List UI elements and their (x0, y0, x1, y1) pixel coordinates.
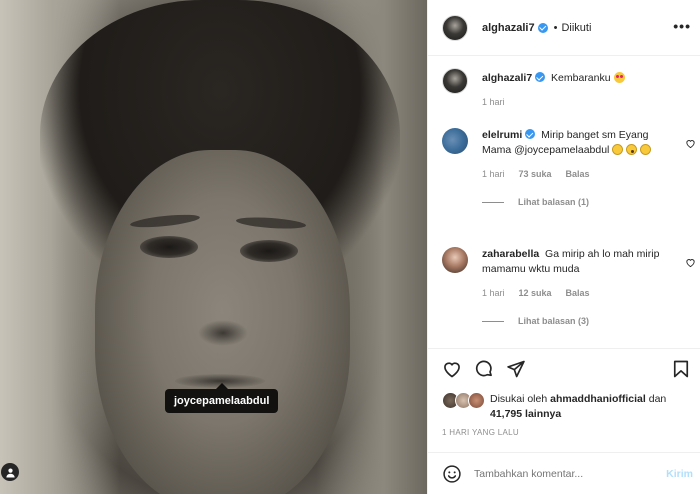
grin-sweat-emoji-icon (640, 144, 652, 155)
heart-eyes-emoji-icon (613, 72, 625, 83)
comment-item: elelrumi Mirip banget sm Eyang Mama @joy… (442, 128, 696, 207)
photo-nose (198, 320, 248, 346)
likes-text: Disukai oleh ahmaddhaniofficial dan 41,7… (490, 392, 692, 422)
liker-username[interactable]: ahmaddhaniofficial (550, 393, 646, 405)
likes-summary: Disukai oleh ahmaddhaniofficial dan 41,7… (442, 392, 692, 422)
comment-bubble-icon[interactable] (474, 359, 494, 379)
comment-avatar[interactable] (442, 128, 468, 154)
comment-username[interactable]: elelrumi (482, 129, 522, 141)
likes-prefix: Disukai oleh (490, 393, 548, 405)
photo-right-eye (240, 240, 298, 262)
comment-body: zaharabella Ga mirip ah lo mah mirip mam… (482, 247, 680, 277)
caption-time[interactable]: 1 hari (482, 97, 505, 107)
astonished-emoji-icon (626, 144, 638, 155)
comment-body: elelrumi Mirip banget sm Eyang Mama @joy… (482, 128, 680, 158)
grin-sweat-emoji-icon (612, 144, 624, 155)
verified-badge-icon (535, 72, 546, 82)
caption-username[interactable]: alghazali7 (482, 72, 532, 84)
share-send-icon[interactable] (506, 359, 526, 379)
more-options-icon[interactable]: ••• (673, 18, 691, 34)
caption-meta: 1 hari (482, 97, 694, 107)
comment-time[interactable]: 1 hari (482, 169, 505, 179)
comment-meta: 1 hari 73 suka Balas (482, 169, 694, 179)
like-comment-heart-icon[interactable] (685, 257, 696, 268)
replies-divider (482, 201, 504, 203)
comment-avatar[interactable] (442, 247, 468, 273)
view-replies-label: Lihat balasan (3) (518, 316, 590, 326)
post-comment-button[interactable]: Kirim (666, 468, 693, 480)
like-comment-heart-icon[interactable] (685, 138, 696, 149)
replies-divider (482, 320, 504, 322)
reply-button[interactable]: Balas (566, 169, 590, 179)
post-sidebar: alghazali7 • Diikuti ••• alghazali7 Kemb… (427, 0, 700, 494)
user-tags-button[interactable] (1, 463, 19, 481)
liker-avatars (442, 392, 486, 410)
author-username[interactable]: alghazali7 (482, 22, 535, 34)
header-separator: • (553, 21, 558, 34)
liker-avatar[interactable] (468, 392, 485, 409)
caption: alghazali7 Kembaranku 1 hari (442, 68, 694, 107)
view-replies-label: Lihat balasan (1) (518, 197, 590, 207)
likes-conj: dan (648, 393, 667, 405)
comment-likes[interactable]: 73 suka (519, 169, 552, 179)
post-header: alghazali7 • Diikuti ••• (428, 0, 700, 56)
view-replies-button[interactable]: Lihat balasan (3) (482, 316, 694, 326)
add-comment-bar: Kirim (428, 452, 700, 494)
comment-meta: 1 hari 12 suka Balas (482, 288, 694, 298)
verified-badge-icon (525, 129, 536, 139)
author-avatar[interactable] (442, 14, 468, 41)
view-replies-button[interactable]: Lihat balasan (1) (482, 197, 694, 207)
caption-body: alghazali7 Kembaranku (482, 68, 680, 86)
caption-text: Kembaranku (551, 72, 611, 84)
comment-likes[interactable]: 12 suka (519, 288, 552, 298)
follow-status-button[interactable]: Diikuti (561, 22, 591, 34)
post-photo[interactable]: joycepamelaabdul (0, 0, 427, 494)
save-bookmark-icon[interactable] (671, 359, 691, 379)
instagram-post-modal: joycepamelaabdul alghazali7 • Diikuti ••… (0, 0, 700, 494)
photo-user-tag[interactable]: joycepamelaabdul (165, 383, 279, 413)
action-bar (428, 348, 700, 384)
comment-input[interactable] (474, 467, 652, 480)
emoji-smile-icon[interactable] (442, 464, 462, 484)
likes-count[interactable]: 41,795 lainnya (490, 408, 561, 420)
comment-item: zaharabella Ga mirip ah lo mah mirip mam… (442, 247, 696, 326)
post-date[interactable]: 1 HARI YANG LALU (442, 428, 519, 437)
photo-left-eye (140, 236, 198, 258)
comment-username[interactable]: zaharabella (482, 248, 539, 260)
reply-button[interactable]: Balas (566, 288, 590, 298)
verified-badge-icon (537, 22, 548, 33)
person-icon (5, 468, 15, 478)
comment-time[interactable]: 1 hari (482, 288, 505, 298)
caption-avatar[interactable] (442, 68, 468, 94)
like-heart-icon[interactable] (442, 359, 462, 379)
